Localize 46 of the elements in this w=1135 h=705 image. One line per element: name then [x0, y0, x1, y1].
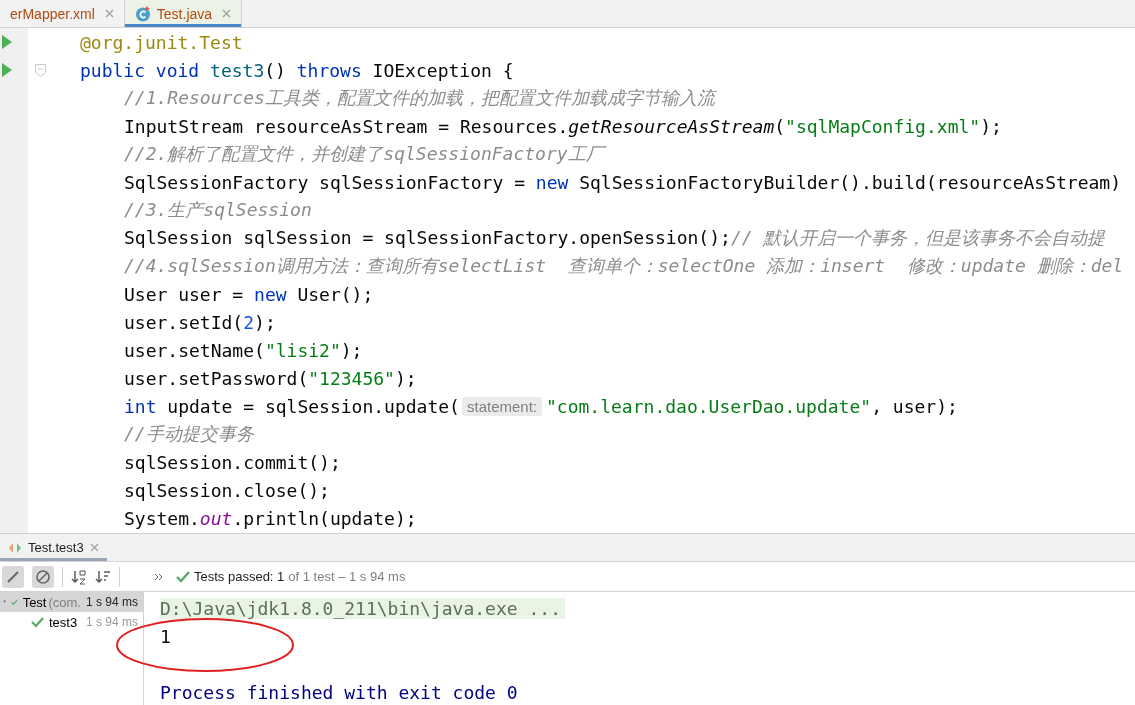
close-icon[interactable] [104, 9, 114, 18]
sort-alpha-icon[interactable] [71, 568, 87, 585]
test-tree-item[interactable]: Test(com. 1 s 94 ms [0, 592, 143, 612]
console-line: 1 [160, 625, 171, 647]
test-tree-item[interactable]: test3 1 s 94 ms [0, 612, 143, 632]
class-file-icon [134, 5, 151, 22]
fold-icon[interactable] [34, 63, 46, 77]
code-text: InputStream resourceAsStream = Resources.getResourceAsStream("sqlMapConfig.xml"); [124, 115, 1002, 137]
prohibited-icon [35, 568, 51, 585]
chevrons-icon[interactable] [154, 572, 164, 581]
code-text: //手动提交事务 [124, 422, 254, 446]
check-icon [176, 570, 190, 583]
code-text: int update = sqlSession.update( [124, 395, 460, 417]
close-icon[interactable] [222, 9, 232, 18]
code-text: @org.junit.Test [80, 31, 243, 53]
code-text: SqlSessionFactory sqlSessionFactory = new SqlSessionFactoryBuilder().build(resourceAsStream) [124, 171, 1122, 193]
editor-tab[interactable]: erMapper.xml [0, 0, 125, 27]
code-text: SqlSession sqlSession = sqlSessionFactory.openSession();// 默认开启一个事务，但是该事务不会自动提 [124, 226, 1106, 250]
code-text: user.setName("lisi2"); [124, 339, 363, 361]
status-text: Tests passed: 1 [194, 569, 285, 584]
editor-tab[interactable]: Test.java [124, 0, 243, 27]
show-ignored-button[interactable] [32, 565, 54, 588]
check-icon [31, 616, 44, 628]
code-text: sqlSession.close(); [124, 479, 330, 501]
expand-arrow-icon[interactable] [3, 599, 7, 605]
code-text: user.setPassword("123456"); [124, 367, 417, 389]
code-text: user.setId(2); [124, 311, 276, 333]
code-text: public void test3() throws IOException { [80, 59, 514, 81]
code-text: System.out.println(update); [124, 507, 417, 529]
run-tab[interactable]: Test.test3 [0, 534, 107, 561]
code-text: sqlSession.commit(); [124, 451, 341, 473]
code-text: //4.sqlSession调用方法：查询所有selectList 查询单个：selectOne 添加：insert 修改：update 删除：del [124, 254, 1124, 278]
parameter-hint: statement: [461, 396, 542, 416]
slash-icon [7, 570, 19, 583]
code-text: "com.learn.dao.UserDao.update", user); [546, 395, 958, 417]
code-text: //1.Resources工具类，配置文件的加载，把配置文件加载成字节输入流 [124, 86, 715, 110]
close-icon[interactable] [89, 543, 99, 552]
run-icon[interactable] [2, 63, 12, 77]
code-text: User user = new User(); [124, 283, 374, 305]
diamond-icon [8, 541, 22, 554]
console-line: Process finished with exit code 0 [160, 681, 518, 703]
run-icon[interactable] [2, 35, 12, 49]
code-text: //3.生产sqlSession [124, 198, 312, 222]
sort-duration-icon[interactable] [95, 568, 111, 585]
status-detail: of 1 test – 1 s 94 ms [288, 569, 406, 584]
show-passed-button[interactable] [2, 565, 24, 588]
